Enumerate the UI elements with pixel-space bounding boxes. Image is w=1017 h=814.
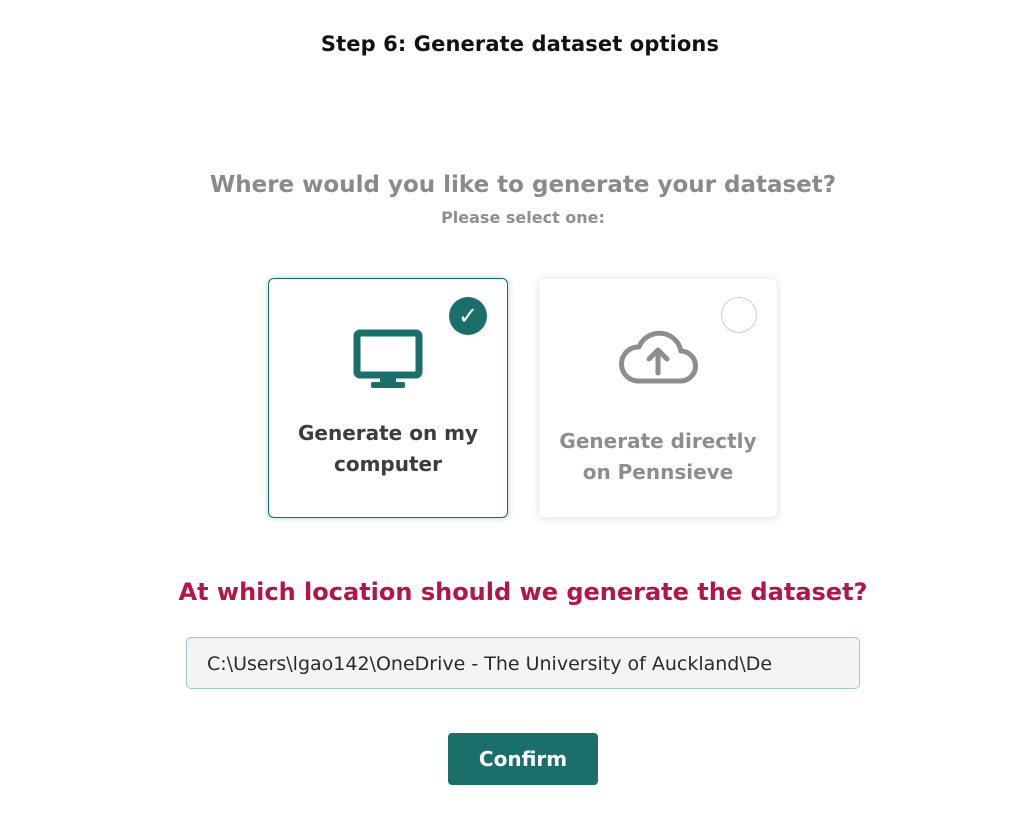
confirm-button[interactable]: Confirm [448,733,598,785]
monitor-icon [269,329,507,391]
option-label-pennsieve: Generate directly on Pennsieve [559,429,757,484]
generate-dataset-page: Step 6: Generate dataset options Where w… [0,0,1017,814]
option-card-pennsieve[interactable]: Generate directly on Pennsieve [538,278,778,518]
cloud-upload-icon [539,327,777,387]
generate-location-question: Where would you like to generate your da… [209,172,837,198]
location-question: At which location should we generate the… [178,578,868,606]
option-card-local[interactable]: ✓ Generate on my computer [268,278,508,518]
select-one-hint: Please select one: [441,208,605,227]
dataset-location-input[interactable]: C:\Users\lgao142\OneDrive - The Universi… [186,637,860,689]
step-title: Step 6: Generate dataset options [320,32,720,56]
option-label-local: Generate on my computer [297,421,479,476]
